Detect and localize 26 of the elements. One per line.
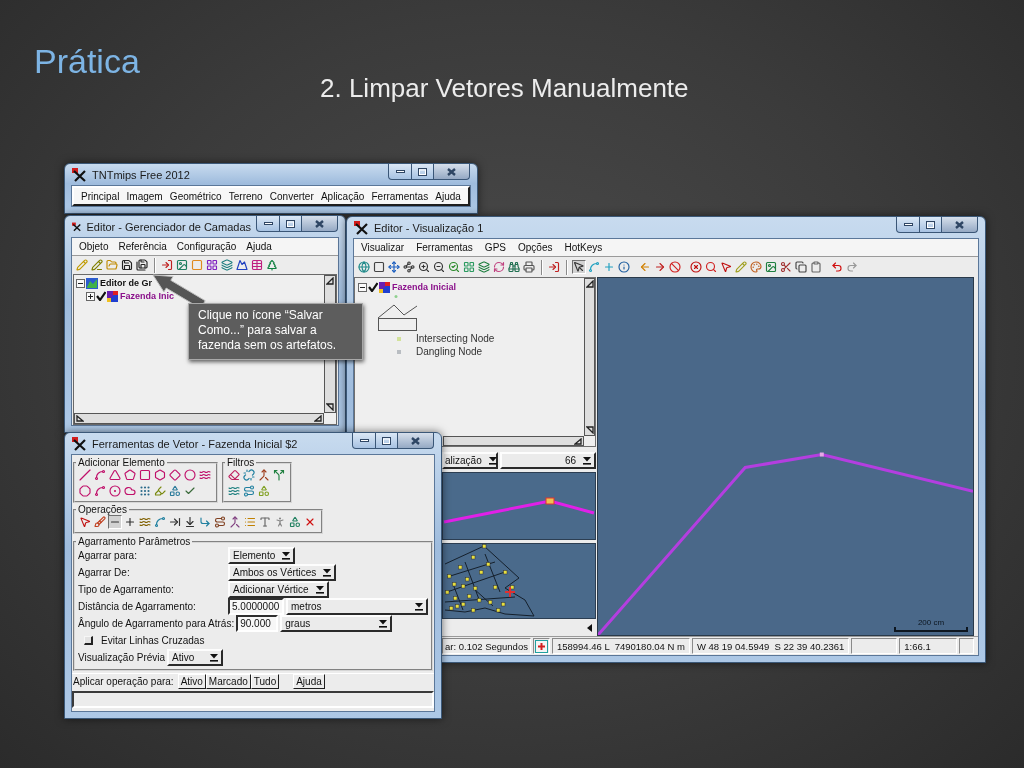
- status-cell: 158994.46 L 7490180.04 N m: [551, 638, 690, 654]
- window-title: Editor - Visualização 1: [374, 221, 484, 234]
- window-title: Editor - Gerenciador de Camadas: [86, 220, 251, 233]
- legend-label: Dangling Node: [416, 346, 483, 357]
- status-cell: W 48 19 04.5949 S 22 39 40.2361: [691, 638, 850, 654]
- slide-title: Prática: [34, 44, 140, 78]
- callout-tooltip: Clique no ícone “Salvar Como...” para salvar a fazenda sem os artefatos.: [188, 303, 363, 360]
- scale-label: 200 cm: [917, 618, 945, 627]
- field-label: Visualização Prévia: [78, 652, 166, 663]
- field-label: Tipo de Agarramento:: [78, 584, 175, 595]
- group-label: Operações: [77, 504, 128, 515]
- field-label: Agarrar De:: [78, 567, 131, 578]
- window-title: TNTmips Free 2012: [92, 168, 190, 181]
- group-label: Agarramento Parâmetros: [77, 536, 192, 547]
- status-cell: 1:66.1: [899, 638, 958, 654]
- group-label: Filtros: [226, 457, 256, 468]
- checkbox-label: Evitar Linhas Cruzadas: [101, 635, 205, 646]
- field-label: Distância de Agarramento:: [78, 601, 197, 612]
- field-label: Agarrar para:: [78, 550, 138, 561]
- group-label: Adicionar Elemento: [77, 457, 166, 468]
- apply-label: Aplicar operação para:: [72, 675, 175, 689]
- legend-label: Intersecting Node: [416, 333, 495, 344]
- status-cell: ar: 0.102 Segundos: [442, 638, 531, 654]
- slide-subtitle: 2. Limpar Vetores Manualmente: [320, 75, 689, 101]
- window-title: Ferramentas de Vetor - Fazenda Inicial $2: [92, 437, 298, 450]
- field-label: Ângulo de Agarramento para Atrás:: [78, 618, 235, 629]
